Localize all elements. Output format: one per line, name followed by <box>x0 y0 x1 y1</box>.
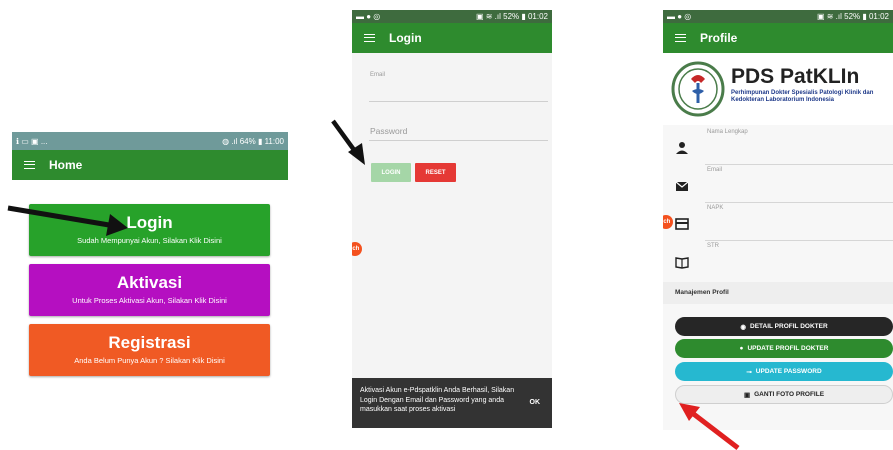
annotation-arrows <box>7 119 740 450</box>
black-arrow-login <box>7 205 128 236</box>
black-arrow-login-form <box>331 119 365 165</box>
red-arrow-ganti-foto <box>679 403 740 450</box>
